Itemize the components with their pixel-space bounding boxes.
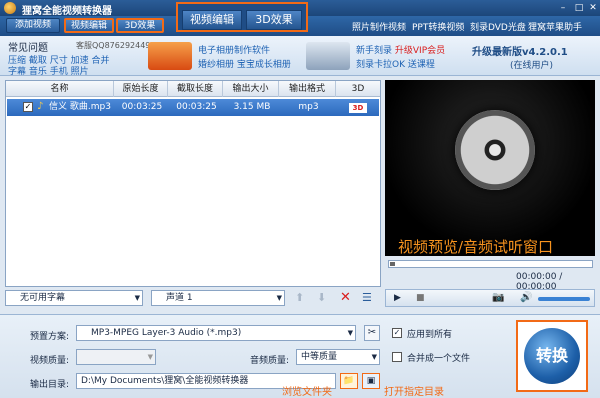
chevron-down-icon: ▼: [347, 329, 353, 337]
app-title: 狸窝全能视频转换器: [22, 6, 112, 17]
col-output-format[interactable]: 输出格式: [279, 81, 336, 97]
music-file-icon: ♪: [37, 101, 44, 112]
video-edit-button[interactable]: 视频编辑: [64, 18, 114, 33]
toplink-burn-dvd[interactable]: 刻录DVD光盘: [470, 20, 526, 33]
move-up-icon[interactable]: ⬆: [295, 291, 304, 304]
add-video-button[interactable]: 添加视频: [6, 18, 60, 33]
list-settings-icon[interactable]: ☰: [362, 291, 372, 304]
col-name[interactable]: 名称: [6, 81, 114, 97]
film-reel-icon: [455, 110, 535, 190]
toplink-photo-video[interactable]: 照片制作视频: [352, 20, 406, 33]
open-folder-icon[interactable]: ▣: [362, 373, 380, 389]
video-quality-select[interactable]: ▼: [76, 349, 156, 365]
3d-effect-tab[interactable]: 3D效果: [246, 10, 302, 30]
toplink-apple-helper[interactable]: 狸窝苹果助手: [528, 20, 582, 33]
3d-effect-button[interactable]: 3D效果: [116, 18, 164, 33]
browse-folder-icon[interactable]: 📁: [340, 373, 358, 389]
chevron-down-icon: ▼: [276, 294, 282, 302]
output-dir-label: 输出目录:: [30, 380, 70, 390]
faq-link[interactable]: 常见问题: [8, 39, 48, 54]
merge-checkbox[interactable]: ✓: [392, 352, 402, 362]
info-band: 常见问题 客服QQ876292449 压缩 截取 尺寸 加速 合并 字幕 音乐 …: [0, 36, 600, 77]
list-bar: 无可用字幕 ▼ 声道 1 ▼ ⬆ ⬇ ✕ ☰: [5, 290, 381, 308]
toplink-ppt-video[interactable]: PPT转换视频: [412, 20, 464, 33]
annotation-browse: 浏览文件夹: [282, 387, 332, 398]
volume-slider[interactable]: [538, 297, 590, 301]
service-qq: 客服QQ876292449: [76, 41, 151, 50]
file-list: 名称 原始长度 截取长度 输出大小 输出格式 3D ✓ ♪ 信义 歌曲.mp3 …: [5, 80, 381, 287]
video-edit-tab[interactable]: 视频编辑: [182, 10, 242, 30]
maximize-icon[interactable]: □: [572, 2, 586, 14]
cell-size: 3.15 MB: [233, 102, 271, 112]
cell-orig: 00:03:25: [121, 102, 163, 112]
play-icon[interactable]: ▶: [394, 293, 401, 303]
tags-line-2[interactable]: 字幕 音乐 手机 照片: [8, 64, 89, 77]
move-down-icon[interactable]: ⬇: [317, 291, 326, 304]
convert-button-frame: 转换: [516, 320, 588, 392]
cell-cut: 00:03:25: [176, 102, 217, 112]
video-quality-label: 视频质量:: [30, 356, 70, 366]
camera-icon[interactable]: 📷: [492, 292, 504, 303]
apply-all-checkbox[interactable]: ✓: [392, 328, 402, 338]
col-orig-length[interactable]: 原始长度: [114, 81, 168, 97]
online-users: (在线用户): [510, 61, 554, 71]
big-tabs-highlight: 视频编辑 3D效果: [176, 2, 308, 32]
3d-badge[interactable]: 3D: [349, 103, 367, 113]
ad-burn-title[interactable]: 新手刻录 升级VIP会员: [356, 43, 445, 56]
settings-panel: 预置方案: MP3-MPEG Layer-3 Audio (*.mp3) ▼ ✂…: [0, 314, 600, 398]
chevron-down-icon: ▼: [147, 353, 153, 361]
volume-icon[interactable]: 🔊: [520, 292, 532, 303]
chevron-down-icon: ▼: [371, 353, 377, 361]
ad-album-sub[interactable]: 婚纱相册 宝宝成长相册: [198, 57, 291, 70]
ppt-icon[interactable]: [148, 42, 192, 70]
row-checkbox[interactable]: ✓: [23, 102, 33, 112]
preset-label: 预置方案:: [30, 332, 70, 342]
app-logo-icon: [4, 2, 16, 14]
preview-overlay-text: 视频预览/音频试听窗口: [398, 238, 554, 256]
minimize-icon[interactable]: –: [556, 2, 570, 14]
upgrade-link[interactable]: 升级最新版v4.2.0.1: [472, 43, 568, 58]
col-3d[interactable]: 3D: [336, 81, 380, 97]
ad-album-title[interactable]: 电子相册制作软件: [198, 43, 270, 56]
seek-bar[interactable]: [388, 260, 593, 268]
audio-quality-label: 音频质量:: [250, 356, 290, 366]
stop-icon[interactable]: ■: [416, 293, 425, 303]
audio-quality-select[interactable]: 中等质量 ▼: [296, 349, 380, 365]
cell-format: mp3: [298, 102, 319, 112]
delete-icon[interactable]: ✕: [340, 290, 351, 305]
col-output-size[interactable]: 输出大小: [223, 81, 279, 97]
cell-name: 信义 歌曲.mp3: [49, 102, 111, 112]
chevron-down-icon: ▼: [134, 294, 140, 302]
audio-track-select[interactable]: 声道 1 ▼: [151, 290, 285, 306]
player-controls: ▶ ■ 📷 🔊: [385, 289, 595, 307]
preview-window: [385, 80, 595, 256]
dvd-icon[interactable]: [306, 42, 350, 70]
convert-button[interactable]: 转换: [524, 328, 580, 384]
list-header: 名称 原始长度 截取长度 输出大小 输出格式 3D: [6, 81, 380, 97]
apply-all-label: 应用到所有: [407, 330, 453, 340]
annotation-open: 打开指定目录: [384, 387, 444, 398]
merge-label: 合并成一个文件: [407, 354, 471, 364]
col-cut-length[interactable]: 截取长度: [168, 81, 223, 97]
subtitle-select[interactable]: 无可用字幕 ▼: [5, 290, 143, 306]
tools-icon[interactable]: ✂: [364, 325, 380, 341]
seek-handle[interactable]: [390, 262, 395, 266]
table-row[interactable]: ✓ ♪ 信义 歌曲.mp3 00:03:25 00:03:25 3.15 MB …: [7, 99, 379, 116]
close-icon[interactable]: ✕: [586, 2, 600, 14]
ad-burn-sub[interactable]: 刻录卡拉OK 送课程: [356, 57, 435, 70]
preset-select[interactable]: MP3-MPEG Layer-3 Audio (*.mp3) ▼: [76, 325, 356, 341]
